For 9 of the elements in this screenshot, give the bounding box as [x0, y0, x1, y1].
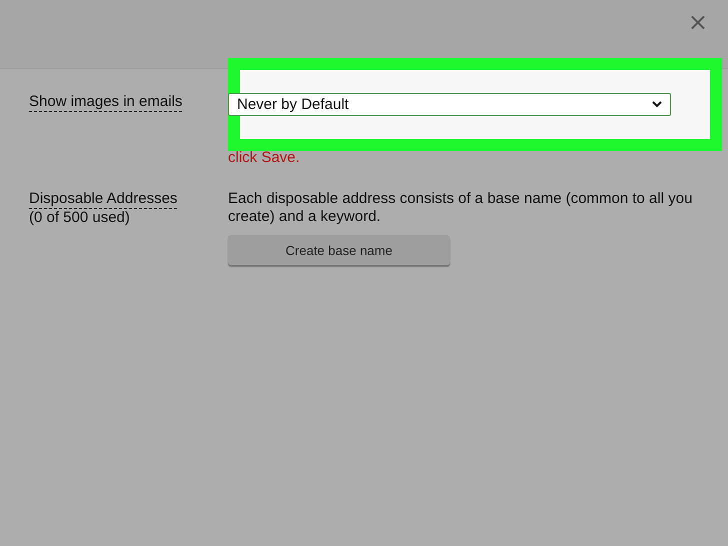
create-base-name-button[interactable]: Create base name [228, 235, 450, 265]
images-dropdown[interactable]: Never by Default [228, 93, 671, 116]
close-button[interactable]: × [686, 8, 710, 36]
usage-count: (0 of 500 used) [29, 209, 131, 227]
setting-label: Disposable Addresses [29, 190, 178, 209]
warning-text: click Save. [228, 149, 301, 166]
setting-description: Each disposable address consists of a base name (common to all you create) and a keyword. [228, 190, 694, 226]
chevron-icon [652, 101, 662, 108]
setting-label: Show images in emails [29, 93, 182, 112]
